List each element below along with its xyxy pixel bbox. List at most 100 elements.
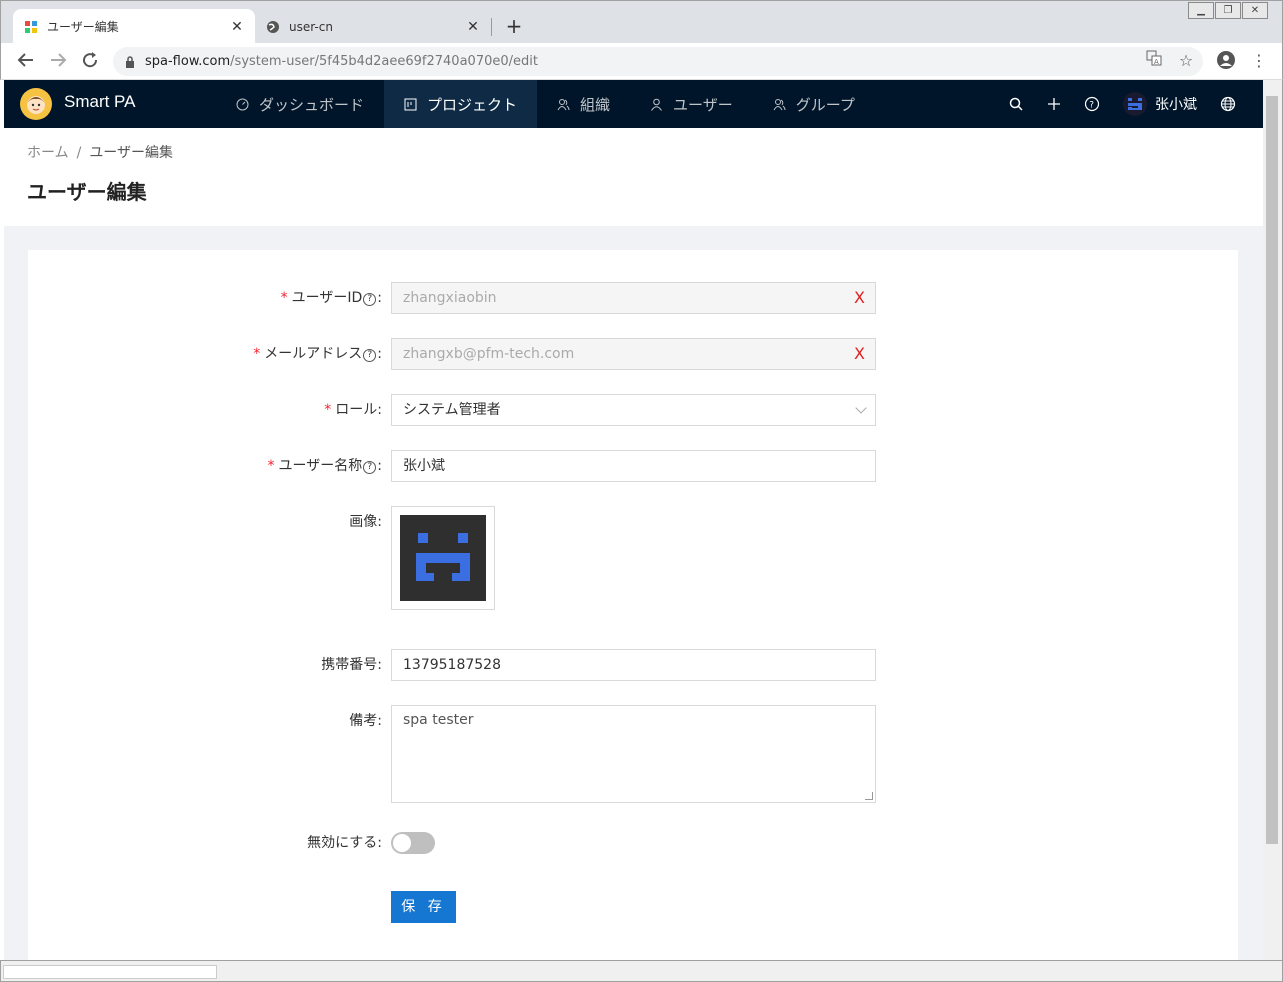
- help-icon[interactable]: ?: [1073, 80, 1111, 128]
- scrollbar-thumb[interactable]: [3, 965, 217, 979]
- note-label-text: 備考: [349, 713, 378, 729]
- svg-text:?: ?: [1089, 101, 1094, 111]
- note-textarea[interactable]: spa tester: [391, 705, 876, 803]
- language-icon[interactable]: [1209, 80, 1247, 128]
- address-bar: spa-flow.com/system-user/5f45b4d2aee69f2…: [0, 43, 1283, 80]
- role-value: システム管理者: [403, 402, 501, 418]
- header-actions: ? 张小斌: [997, 80, 1247, 128]
- vertical-scrollbar[interactable]: [1263, 80, 1283, 970]
- restore-icon[interactable]: ❐: [1215, 2, 1241, 19]
- close-window-icon[interactable]: ✕: [1242, 2, 1268, 19]
- window-controls: ▁ ❐ ✕: [1187, 2, 1268, 20]
- user-id-value: zhangxiaobin: [403, 290, 497, 306]
- phone-input[interactable]: 13795187528: [391, 649, 876, 681]
- tab-close-icon[interactable]: ✕: [465, 19, 481, 35]
- scrollbar-thumb[interactable]: [1266, 96, 1278, 844]
- nav-label: グループ: [795, 95, 855, 114]
- disable-label: 無効にする:: [307, 827, 382, 859]
- more-menu-icon[interactable]: ⋮: [1248, 50, 1270, 72]
- email-label: * メールアドレス?:: [253, 338, 382, 370]
- logo-icon[interactable]: [20, 88, 52, 120]
- search-icon[interactable]: [997, 80, 1035, 128]
- role-label-text: ロール: [335, 402, 378, 418]
- back-icon[interactable]: [15, 51, 37, 73]
- browser-tabstrip: ユーザー編集 ✕ user-cn ✕ + ▁ ❐ ✕: [0, 0, 1283, 44]
- globe-icon: [265, 19, 281, 35]
- tab-divider: [491, 18, 492, 36]
- label-colon: :: [377, 657, 382, 673]
- label-colon: :: [377, 514, 382, 530]
- required-mark: *: [280, 290, 288, 306]
- translate-icon[interactable]: A: [1143, 50, 1165, 72]
- page-title: ユーザー編集: [27, 180, 147, 204]
- reload-icon[interactable]: [79, 51, 101, 73]
- label-colon: :: [377, 402, 382, 418]
- help-icon[interactable]: ?: [363, 461, 377, 474]
- disable-toggle[interactable]: [391, 832, 435, 854]
- user-icon: [650, 98, 663, 111]
- nav-item-groups[interactable]: グループ: [753, 80, 875, 128]
- lock-icon: [126, 55, 134, 68]
- email-label-text: メールアドレス: [264, 346, 363, 362]
- user-id-label-text: ユーザーID: [291, 290, 363, 306]
- user-name-input[interactable]: 张小斌: [391, 450, 876, 482]
- required-mark: *: [324, 402, 332, 418]
- star-icon[interactable]: ☆: [1175, 50, 1197, 72]
- phone-label: 携帯番号:: [321, 649, 382, 681]
- nav-item-project[interactable]: プロジェクト: [384, 80, 538, 128]
- browser-tab[interactable]: user-cn ✕: [255, 9, 491, 44]
- clear-icon[interactable]: X: [854, 339, 865, 369]
- save-button[interactable]: 保 存: [391, 891, 456, 923]
- page-header: ホーム / ユーザー編集 ユーザー編集: [4, 128, 1263, 226]
- image-label: 画像:: [349, 506, 382, 538]
- dashboard-icon: [236, 98, 249, 111]
- toggle-knob: [393, 834, 411, 852]
- nav-item-dashboard[interactable]: ダッシュボード: [216, 80, 384, 128]
- clear-icon[interactable]: X: [854, 283, 865, 313]
- svg-text:A: A: [1154, 58, 1159, 66]
- horizontal-scrollbar[interactable]: [0, 960, 1283, 982]
- breadcrumb-home[interactable]: ホーム: [27, 145, 69, 161]
- url-path: /system-user/5f45b4d2aee69f2740a070e0/ed…: [230, 54, 538, 69]
- breadcrumb-current: ユーザー編集: [89, 145, 174, 161]
- forward-icon[interactable]: [47, 51, 69, 73]
- user-name-label: * ユーザー名称?:: [268, 450, 382, 482]
- team-icon: [773, 98, 786, 111]
- label-colon: :: [377, 290, 382, 306]
- phone-value: 13795187528: [403, 657, 501, 673]
- tab-close-icon[interactable]: ✕: [229, 19, 245, 35]
- brand-name: Smart PA: [64, 92, 136, 111]
- label-colon: :: [377, 713, 382, 729]
- image-upload[interactable]: [391, 506, 495, 610]
- note-value: spa tester: [403, 712, 474, 728]
- nav-item-organization[interactable]: 組織: [537, 80, 630, 128]
- user-name-label-text: ユーザー名称: [278, 458, 363, 474]
- nav-item-users[interactable]: ユーザー: [630, 80, 753, 128]
- username: 张小斌: [1155, 97, 1197, 113]
- account-icon[interactable]: [1215, 50, 1237, 72]
- avatar-image: [400, 515, 486, 601]
- role-select[interactable]: システム管理者: [391, 394, 876, 426]
- url-field[interactable]: spa-flow.com/system-user/5f45b4d2aee69f2…: [113, 47, 1203, 76]
- help-icon[interactable]: ?: [363, 349, 377, 362]
- chevron-down-icon: [855, 402, 867, 414]
- resize-handle-icon[interactable]: [865, 792, 873, 800]
- app-favicon-icon: [23, 19, 39, 35]
- breadcrumb-separator: /: [76, 145, 82, 161]
- user-id-input[interactable]: zhangxiaobin X: [391, 282, 876, 314]
- plus-icon[interactable]: [1035, 80, 1073, 128]
- breadcrumb: ホーム / ユーザー編集: [27, 142, 173, 162]
- app-header: Smart PA ダッシュボード プロジェクト 組織 ユーザー グループ ? 张…: [4, 80, 1263, 128]
- help-icon[interactable]: ?: [363, 293, 377, 306]
- minimize-icon[interactable]: ▁: [1188, 2, 1214, 19]
- disable-label-text: 無効にする: [307, 835, 378, 851]
- email-field[interactable]: zhangxb@pfm-tech.com X: [391, 338, 876, 370]
- tab-title: user-cn: [289, 19, 333, 34]
- team-icon: [557, 98, 570, 111]
- tab-title: ユーザー編集: [47, 20, 119, 34]
- new-tab-button[interactable]: +: [503, 15, 525, 37]
- user-menu[interactable]: 张小斌: [1111, 80, 1209, 128]
- user-id-label: * ユーザーID?:: [281, 282, 382, 314]
- browser-tab-active[interactable]: ユーザー編集 ✕: [13, 9, 255, 44]
- url-host: spa-flow.com: [145, 54, 231, 69]
